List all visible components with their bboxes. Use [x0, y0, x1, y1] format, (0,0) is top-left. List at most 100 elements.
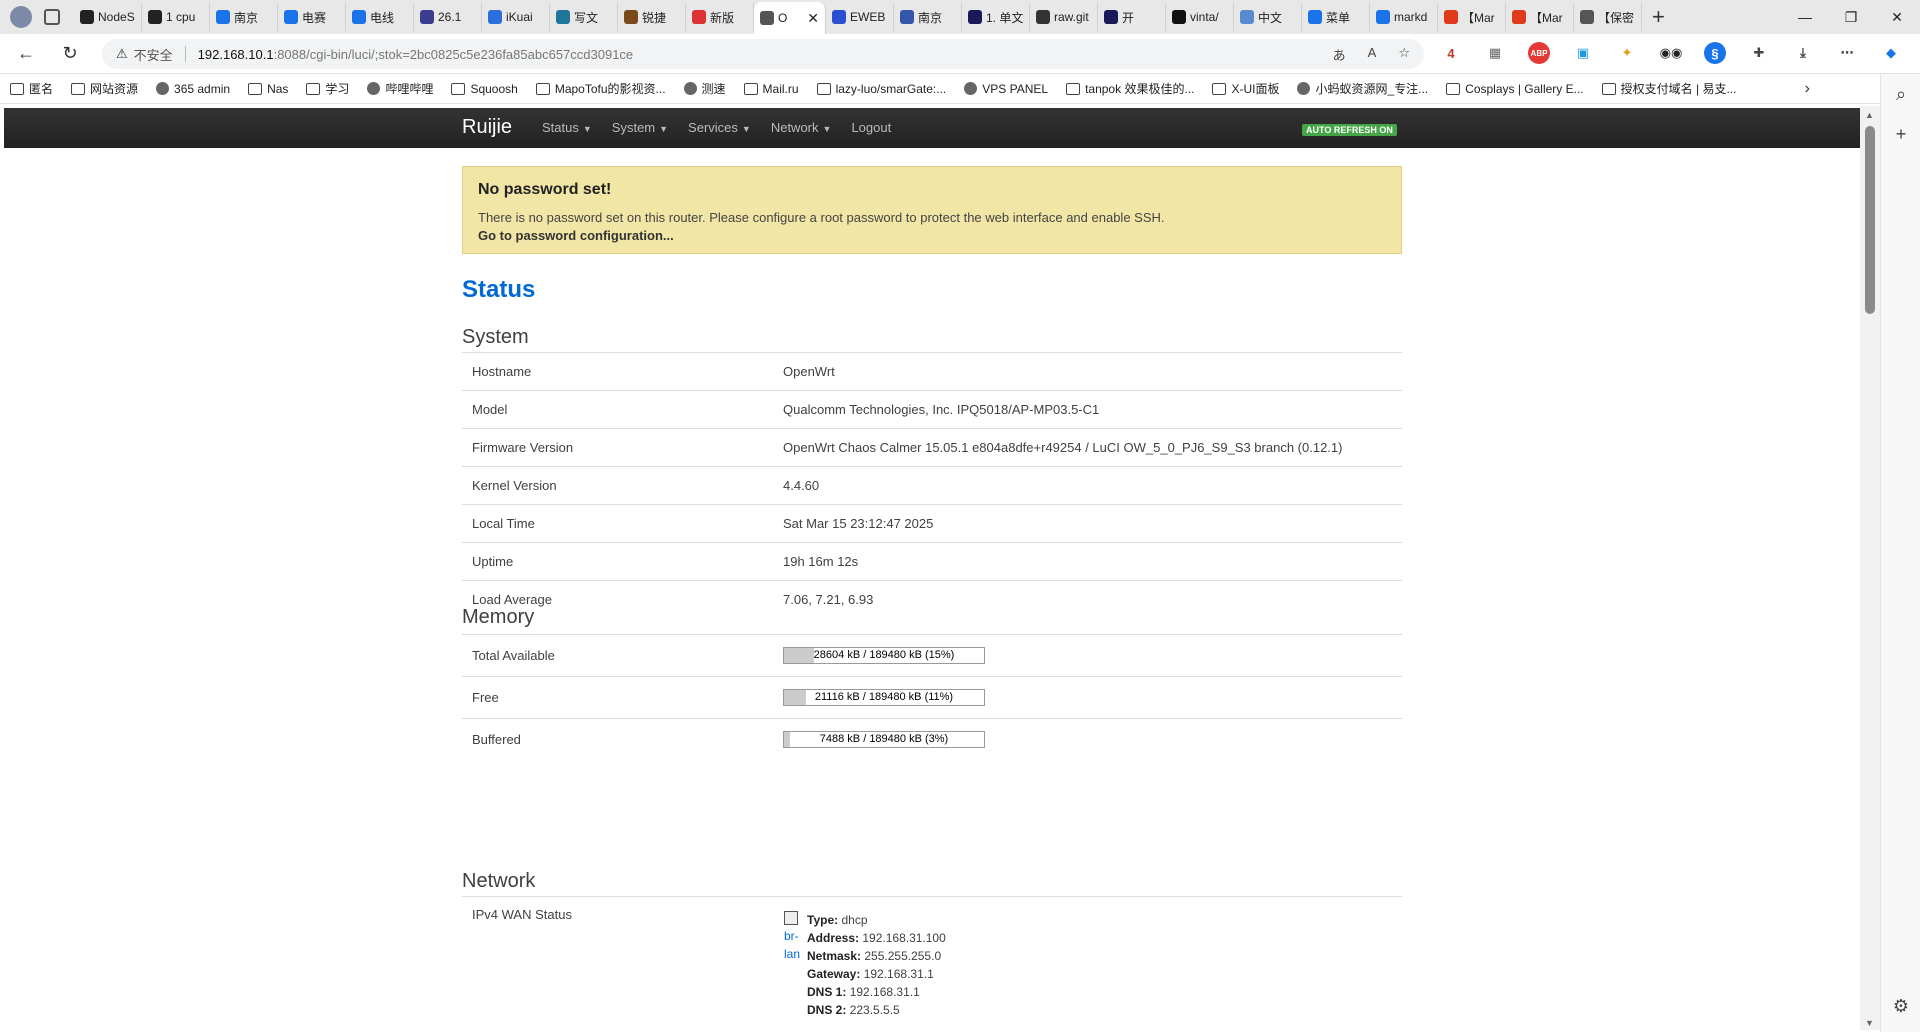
scrollbar-thumb[interactable]	[1865, 126, 1875, 314]
browser-tab[interactable]: 写文	[550, 3, 618, 31]
browser-tab[interactable]: 26.1	[414, 3, 482, 31]
row-key: Free	[462, 676, 773, 719]
bookmark-item[interactable]: 匿名	[10, 80, 53, 97]
browser-tab[interactable]: markd	[1370, 3, 1438, 31]
auto-refresh-toggle[interactable]: AUTO REFRESH ON	[1302, 124, 1397, 136]
search-icon[interactable]: ⌕	[1881, 74, 1920, 114]
browser-tab[interactable]: 新版	[686, 3, 754, 31]
bookmark-item[interactable]: 授权支付域名 | 易支...	[1601, 80, 1736, 97]
browser-tab[interactable]: 【Mar	[1506, 3, 1574, 31]
bookmark-item[interactable]: Mail.ru	[743, 82, 799, 96]
password-config-link[interactable]: Go to password configuration...	[478, 228, 674, 243]
bookmark-item[interactable]: Cosplays | Gallery E...	[1446, 82, 1584, 96]
more-menu-icon[interactable]: ⋯	[1836, 42, 1858, 64]
extension-icon[interactable]: ✦	[1616, 42, 1638, 64]
new-tab-button[interactable]: +	[1652, 4, 1665, 30]
browser-tab[interactable]: 电线	[346, 3, 414, 31]
bookmark-item[interactable]: X-UI面板	[1212, 80, 1279, 97]
warning-icon[interactable]: ⚠	[116, 46, 128, 62]
bookmark-item[interactable]: 学习	[306, 80, 349, 97]
bilibili-extension-icon[interactable]: ▣	[1572, 42, 1594, 64]
bookmark-item[interactable]: MapoTofu的影视资...	[535, 80, 666, 97]
restore-button[interactable]: ❐	[1828, 0, 1874, 34]
browser-tab[interactable]: 南京	[210, 3, 278, 31]
menu-network[interactable]: Network ▼	[771, 120, 832, 135]
caret-down-icon: ▼	[741, 123, 751, 134]
glasses-extension-icon[interactable]: ◉◉	[1660, 42, 1683, 64]
browser-tab[interactable]: 电赛	[278, 3, 346, 31]
bookmark-item[interactable]: lazy-luo/smarGate:...	[816, 82, 946, 96]
extension-icon[interactable]: ▦	[1484, 42, 1506, 64]
interface-badge[interactable]: br-lan	[784, 911, 804, 963]
read-aloud-icon[interactable]: A	[1368, 45, 1377, 64]
site-icon	[683, 82, 697, 95]
bookmark-item[interactable]: VPS PANEL	[964, 82, 1048, 96]
minimize-button[interactable]: —	[1782, 0, 1828, 34]
bookmark-item[interactable]: 365 admin	[156, 82, 230, 96]
memory-table: Total Available 28604 kB / 189480 kB (15%…	[462, 634, 1402, 761]
brand-logo[interactable]: Ruijie	[462, 116, 512, 139]
browser-tab[interactable]: 开	[1098, 3, 1166, 31]
browser-tab[interactable]: 南京	[894, 3, 962, 31]
bookmark-item[interactable]: 哔哩哔哩	[367, 80, 433, 97]
close-window-button[interactable]: ✕	[1874, 0, 1920, 34]
workspaces-icon[interactable]	[44, 9, 60, 25]
browser-tab[interactable]: 菜单	[1302, 3, 1370, 31]
extensions-puzzle-icon[interactable]: ✚	[1748, 42, 1770, 64]
browser-tab[interactable]: 中文	[1234, 3, 1302, 31]
browser-tab[interactable]: NodeS	[74, 3, 142, 31]
chevron-right-icon[interactable]: ›	[1805, 80, 1810, 98]
bookmark-label: MapoTofu的影视资...	[554, 82, 666, 96]
back-icon[interactable]: ←	[8, 43, 44, 64]
bookmark-item[interactable]: 小蚂蚁资源网_专注...	[1297, 80, 1428, 97]
menu-status[interactable]: Status ▼	[542, 120, 592, 135]
site-icon	[1297, 82, 1311, 95]
favorite-star-icon[interactable]: ☆	[1398, 45, 1410, 64]
extension-icon[interactable]: §	[1704, 42, 1726, 64]
address-bar[interactable]: ⚠ 不安全 192.168.10.1 :8088/cgi-bin/luci/;s…	[102, 39, 1424, 69]
detail-key: Netmask:	[807, 949, 862, 963]
menu-services[interactable]: Services ▼	[688, 120, 751, 135]
interface-name[interactable]: br-lan	[784, 929, 800, 961]
url-host[interactable]: 192.168.10.1	[198, 47, 274, 62]
caret-down-icon: ▼	[822, 123, 832, 134]
copilot-icon[interactable]: ◆	[1880, 42, 1902, 64]
insecure-label[interactable]: 不安全	[134, 45, 173, 64]
page-scrollbar[interactable]: ▲ ▼	[1860, 106, 1880, 1030]
close-tab-icon[interactable]: ✕	[807, 10, 819, 27]
browser-tab[interactable]: O ✕	[754, 2, 826, 34]
browser-tab[interactable]: 锐捷	[618, 3, 686, 31]
translate-icon[interactable]: あ	[1333, 45, 1346, 64]
url-path[interactable]: :8088/cgi-bin/luci/;stok=2bc0825c5e236fa…	[274, 47, 634, 62]
reload-icon[interactable]: ↻	[52, 43, 88, 64]
bookmark-item[interactable]: tanpok 效果极佳的...	[1066, 80, 1194, 97]
browser-tab[interactable]: iKuai	[482, 3, 550, 31]
browser-tab[interactable]: EWEB	[826, 3, 894, 31]
tab-favicon-icon	[420, 10, 434, 24]
adblock-icon[interactable]: ABP	[1528, 42, 1550, 64]
browser-tab[interactable]: 【Mar	[1438, 3, 1506, 31]
scroll-up-icon[interactable]: ▲	[1865, 110, 1874, 120]
bookmark-item[interactable]: Squoosh	[451, 82, 518, 96]
browser-tab[interactable]: raw.git	[1030, 3, 1098, 31]
main-menu: Status ▼ System ▼ Services ▼ Network ▼ Logou…	[542, 120, 891, 135]
wan-detail-line: Gateway: 192.168.31.1	[807, 965, 946, 983]
profile-avatar[interactable]	[10, 6, 32, 28]
extension-badge-icon[interactable]: 4	[1440, 42, 1462, 64]
bookmark-item[interactable]: Nas	[248, 82, 288, 96]
browser-tab[interactable]: 【保密	[1574, 3, 1642, 31]
system-table: Hostname OpenWrt Model Qualcomm Technologie…	[462, 352, 1402, 619]
browser-tab[interactable]: 1. 单文	[962, 3, 1030, 31]
bookmark-item[interactable]: 测速	[683, 80, 726, 97]
site-icon	[964, 82, 978, 95]
menu-system[interactable]: System ▼	[612, 120, 668, 135]
browser-tab[interactable]: vinta/	[1166, 3, 1234, 31]
browser-tab[interactable]: 1 cpu	[142, 3, 210, 31]
bookmark-item[interactable]: 网站资源	[71, 80, 138, 97]
download-icon[interactable]: ⤓	[1792, 42, 1814, 64]
settings-gear-icon[interactable]: ⚙	[1881, 986, 1920, 1026]
menu-logout[interactable]: Logout	[851, 120, 891, 135]
add-icon[interactable]: +	[1881, 114, 1920, 154]
scroll-down-icon[interactable]: ▼	[1865, 1018, 1874, 1028]
bookmark-label: 小蚂蚁资源网_专注...	[1315, 82, 1429, 96]
